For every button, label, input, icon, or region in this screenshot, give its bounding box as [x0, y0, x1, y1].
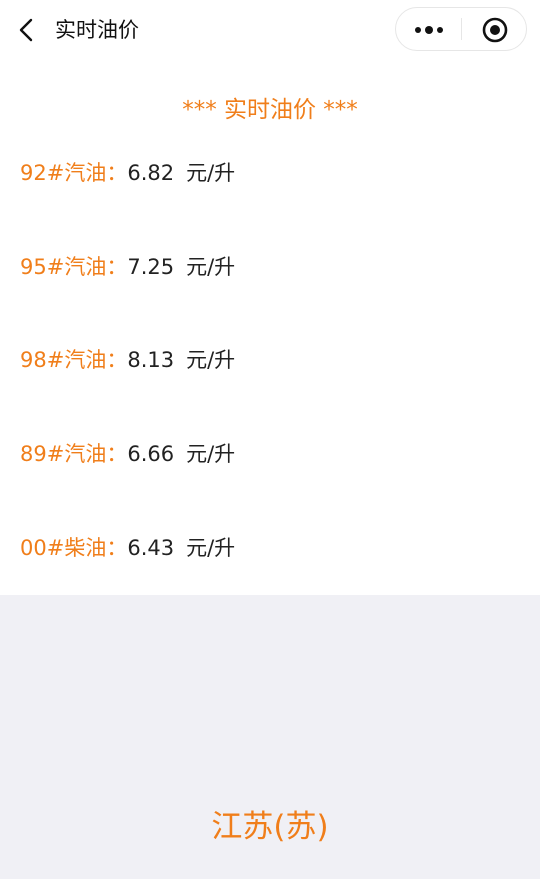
more-dots-icon: [415, 26, 443, 34]
price-value: 8.13: [127, 348, 175, 372]
target-circle-icon: [482, 17, 508, 43]
fuel-label: 98#汽油：: [20, 348, 128, 372]
price-unit: 元/升: [186, 255, 236, 279]
price-row-92: 92#汽油：6.82 元/升: [20, 158, 235, 188]
price-row-diesel: 00#柴油：6.43 元/升: [20, 533, 235, 563]
price-value: 6.43: [127, 536, 175, 560]
fuel-label: 89#汽油：: [20, 442, 128, 466]
bottom-area: 江苏(苏): [0, 595, 540, 879]
price-value: 7.25: [127, 255, 175, 279]
price-value: 6.82: [127, 161, 175, 185]
province-selector[interactable]: 江苏(苏): [0, 807, 540, 847]
navigation-bar: 实时油价: [0, 0, 540, 62]
price-value: 6.66: [127, 442, 175, 466]
price-row-89: 89#汽油：6.66 元/升: [20, 439, 235, 469]
price-panel: *** 实时油价 *** 92#汽油：6.82 元/升 95#汽油：7.25 元/升…: [0, 62, 540, 595]
fuel-label: 95#汽油：: [20, 255, 128, 279]
fuel-label: 00#柴油：: [20, 536, 128, 560]
fuel-label: 92#汽油：: [20, 161, 128, 185]
price-unit: 元/升: [186, 348, 236, 372]
price-unit: 元/升: [186, 161, 236, 185]
price-row-95: 95#汽油：7.25 元/升: [20, 252, 235, 282]
chevron-left-icon[interactable]: [14, 17, 40, 43]
menu-capsule: [395, 7, 527, 51]
more-button[interactable]: [396, 8, 461, 50]
section-heading: *** 实时油价 ***: [182, 97, 358, 123]
close-button[interactable]: [462, 8, 527, 50]
price-row-98: 98#汽油：8.13 元/升: [20, 345, 235, 375]
price-unit: 元/升: [186, 536, 236, 560]
price-unit: 元/升: [186, 442, 236, 466]
page-title: 实时油价: [55, 18, 139, 42]
